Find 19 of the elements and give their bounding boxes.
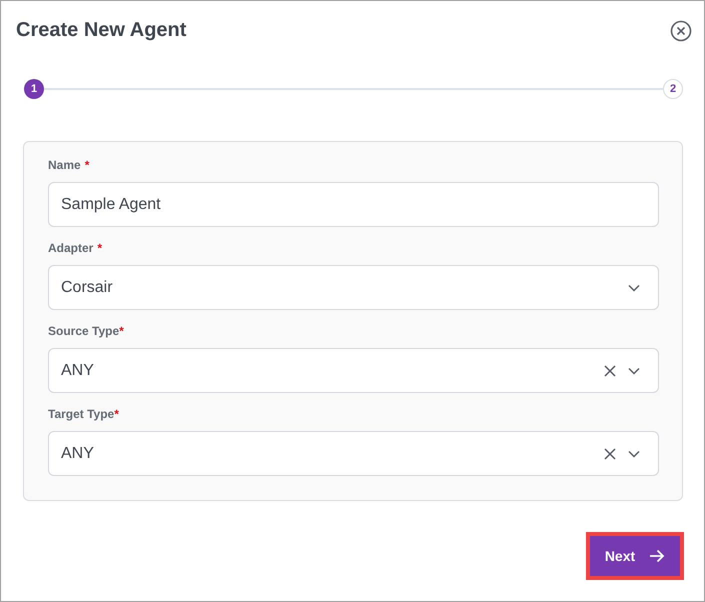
arrow-right-icon bbox=[649, 549, 666, 563]
chevron-down-icon[interactable] bbox=[628, 366, 640, 374]
step-indicator[interactable]: 2 bbox=[663, 79, 683, 99]
field-label: Adapter * bbox=[48, 241, 104, 255]
select-field[interactable]: ANY bbox=[48, 348, 659, 393]
input-field[interactable]: Sample Agent bbox=[48, 182, 659, 227]
field-label: Source Type* bbox=[48, 324, 125, 338]
chevron-down-icon[interactable] bbox=[628, 284, 640, 292]
step-indicator[interactable]: 1 bbox=[24, 79, 44, 99]
chevron-down-icon[interactable] bbox=[628, 450, 640, 458]
select-field[interactable]: ANY bbox=[48, 431, 659, 476]
dialog-title: Create New Agent bbox=[16, 19, 186, 42]
next-button[interactable]: Next bbox=[590, 536, 680, 576]
field-label: Target Type* bbox=[48, 407, 120, 421]
clear-icon[interactable] bbox=[604, 364, 616, 376]
clear-icon[interactable] bbox=[604, 448, 616, 460]
close-icon[interactable] bbox=[670, 20, 692, 42]
field-label: Name * bbox=[48, 158, 90, 172]
select-field[interactable]: Corsair bbox=[48, 265, 659, 310]
